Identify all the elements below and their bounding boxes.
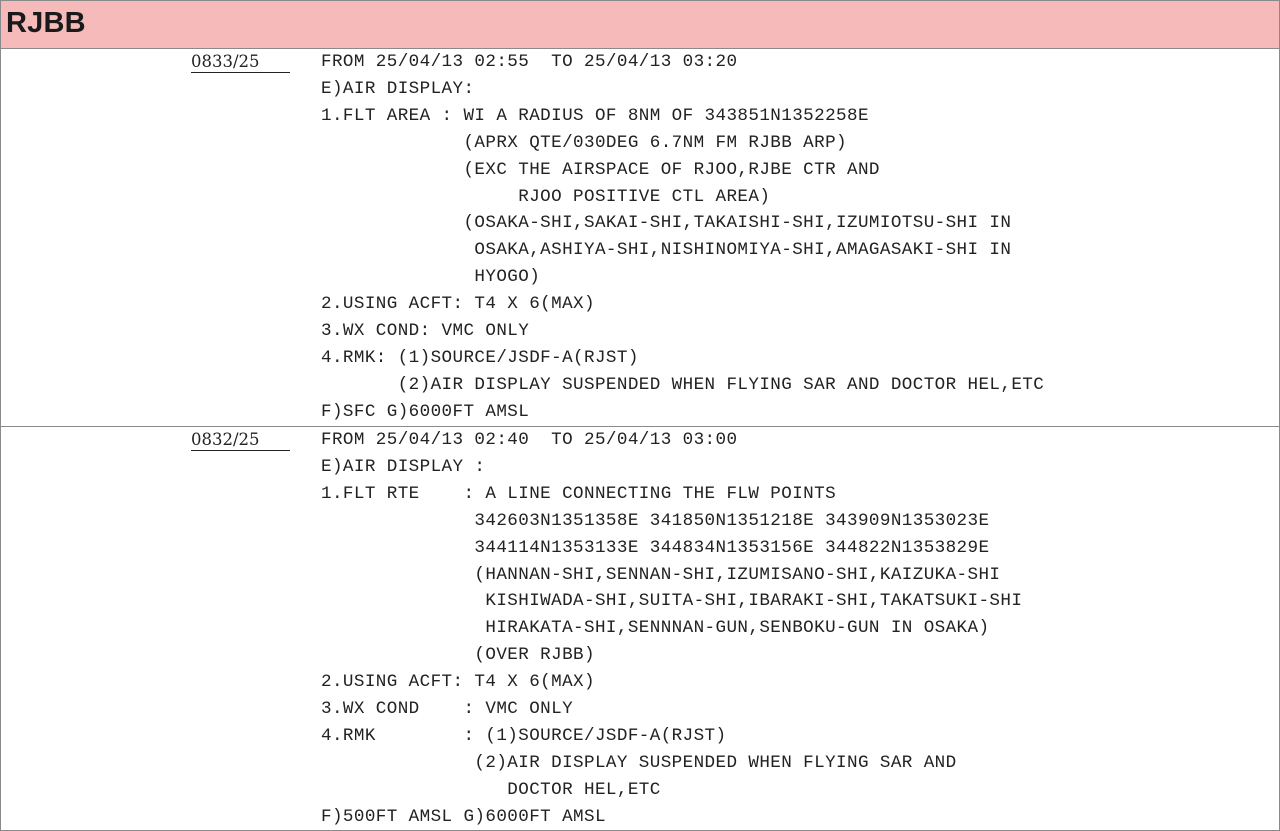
notam-line: 342603N1351358E 341850N1351218E 343909N1… (321, 510, 990, 531)
notam-line: 1.FLT RTE : A LINE CONNECTING THE FLW PO… (321, 483, 837, 504)
notam-line: 2.USING ACFT: T4 X 6(MAX) (321, 672, 595, 693)
notam-panel: RJBB 0833/25 FROM 25/04/13 02:55 TO 25/0… (0, 0, 1280, 831)
notam-line: HIRAKATA-SHI,SENNNAN-GUN,SENBOKU-GUN IN … (321, 618, 990, 639)
notam-line: (APRX QTE/030DEG 6.7NM FM RJBB ARP) (321, 132, 847, 153)
notam-line: F)500FT AMSL G)6000FT AMSL (321, 806, 606, 827)
notam-line: 2.USING ACFT: T4 X 6(MAX) (321, 294, 595, 315)
airport-header: RJBB (1, 1, 1279, 49)
notam-line: (OVER RJBB) (321, 645, 595, 666)
notam-line: (2)AIR DISPLAY SUSPENDED WHEN FLYING SAR… (321, 752, 957, 773)
notam-id: 0833/25 (191, 52, 290, 73)
notam-line: OSAKA,ASHIYA-SHI,NISHINOMIYA-SHI,AMAGASA… (321, 240, 1012, 261)
notam-line: (HANNAN-SHI,SENNAN-SHI,IZUMISANO-SHI,KAI… (321, 564, 1001, 585)
notam-id: 0832/25 (191, 430, 290, 451)
notam-line: 3.WX COND: VMC ONLY (321, 321, 530, 342)
notam-line: KISHIWADA-SHI,SUITA-SHI,IBARAKI-SHI,TAKA… (321, 591, 1023, 612)
notam-text: FROM 25/04/13 02:55 TO 25/04/13 03:20 E)… (321, 49, 1044, 426)
notam-entry: 0832/25 FROM 25/04/13 02:40 TO 25/04/13 … (1, 427, 1279, 830)
notam-line: E)AIR DISPLAY: (321, 78, 475, 99)
notam-line: F)SFC G)6000FT AMSL (321, 401, 530, 422)
notam-line: HYOGO) (321, 267, 541, 288)
notam-line: E)AIR DISPLAY : (321, 456, 486, 477)
notam-text: FROM 25/04/13 02:40 TO 25/04/13 03:00 E)… (321, 427, 1022, 831)
notam-line: 344114N1353133E 344834N1353156E 344822N1… (321, 537, 990, 558)
notam-line: 1.FLT AREA : WI A RADIUS OF 8NM OF 34385… (321, 105, 869, 126)
notam-line: DOCTOR HEL,ETC (321, 779, 661, 800)
notam-line: 4.RMK: (1)SOURCE/JSDF-A(RJST) (321, 347, 639, 368)
notam-line: RJOO POSITIVE CTL AREA) (321, 186, 771, 207)
notam-line: FROM 25/04/13 02:55 TO 25/04/13 03:20 (321, 52, 738, 72)
notam-line: (OSAKA-SHI,SAKAI-SHI,TAKAISHI-SHI,IZUMIO… (321, 213, 1012, 234)
notam-line: (EXC THE AIRSPACE OF RJOO,RJBE CTR AND (321, 159, 880, 180)
notam-entry: 0833/25 FROM 25/04/13 02:55 TO 25/04/13 … (1, 49, 1279, 427)
notam-line: (2)AIR DISPLAY SUSPENDED WHEN FLYING SAR… (321, 374, 1045, 395)
notam-line: FROM 25/04/13 02:40 TO 25/04/13 03:00 (321, 430, 738, 450)
notam-line: 4.RMK : (1)SOURCE/JSDF-A(RJST) (321, 725, 727, 746)
airport-code-title: RJBB (6, 7, 86, 39)
notam-line: 3.WX COND : VMC ONLY (321, 699, 574, 720)
